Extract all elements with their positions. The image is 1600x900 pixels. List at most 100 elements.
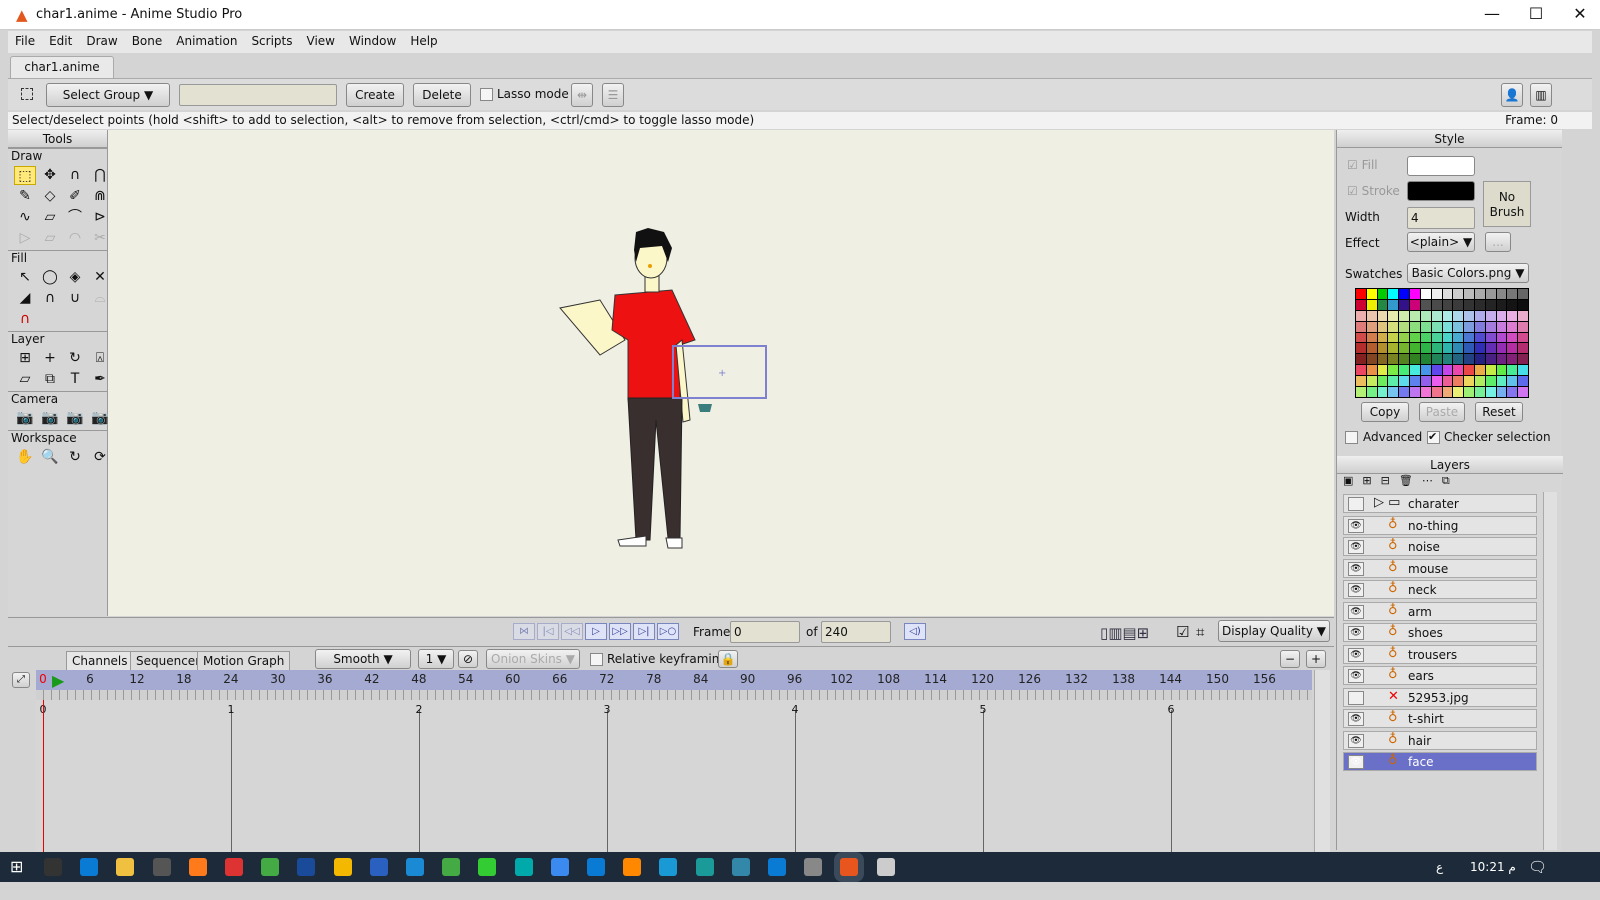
swatch[interactable] — [1410, 387, 1420, 397]
visibility-toggle[interactable] — [1348, 497, 1364, 511]
swatches-dropdown[interactable]: Basic Colors.png ▼ — [1407, 263, 1529, 283]
taskbar-app-icon[interactable] — [478, 858, 497, 876]
taskbar-app-icon[interactable] — [188, 858, 207, 876]
lock-icon[interactable]: 🔒 — [718, 650, 738, 668]
swatch[interactable] — [1507, 376, 1518, 387]
relative-keyframing-checkbox[interactable] — [590, 653, 603, 666]
swatch[interactable] — [1496, 321, 1507, 332]
swatch[interactable] — [1366, 289, 1377, 299]
swatch[interactable] — [1507, 343, 1518, 354]
swatch[interactable] — [1366, 376, 1377, 387]
swatch[interactable] — [1507, 310, 1518, 321]
text-tool[interactable]: T — [64, 370, 86, 389]
swatch[interactable] — [1474, 343, 1485, 354]
swatch[interactable] — [1464, 354, 1474, 365]
swatch[interactable] — [1453, 376, 1464, 387]
swatch[interactable] — [1399, 310, 1410, 321]
stroke-color-swatch[interactable] — [1407, 181, 1475, 201]
swatch[interactable] — [1377, 289, 1388, 299]
swatch[interactable] — [1485, 310, 1496, 321]
swatch[interactable] — [1410, 343, 1420, 354]
start-icon[interactable]: ⊞ — [10, 857, 23, 876]
duplicate-layer-icon[interactable]: ⧉ — [1442, 474, 1459, 487]
swatch[interactable] — [1518, 299, 1528, 310]
stroke-exposure-tool[interactable]: ∪ — [64, 289, 86, 308]
swatch[interactable] — [1366, 321, 1377, 332]
step-forward-icon[interactable]: ▷▷ — [609, 623, 631, 640]
swatch[interactable] — [1464, 387, 1474, 397]
line-width-tool[interactable]: ◢ — [14, 289, 36, 308]
swatch[interactable] — [1496, 310, 1507, 321]
swatch[interactable] — [1399, 354, 1410, 365]
taskbar-app-icon[interactable] — [369, 858, 388, 876]
hide-edge-tool[interactable]: ∩ — [39, 289, 61, 308]
swatch[interactable] — [1507, 299, 1518, 310]
swatch[interactable] — [1485, 343, 1496, 354]
timeline-scrollbar[interactable] — [1314, 670, 1330, 852]
freehand-tool[interactable]: ✎ — [14, 187, 36, 206]
tab-channels[interactable]: Channels — [66, 651, 134, 671]
swatch[interactable] — [1366, 332, 1377, 343]
swatch[interactable] — [1388, 310, 1399, 321]
color-points-tool[interactable]: ∩ — [14, 310, 36, 329]
hand-icon[interactable]: ✋ — [14, 448, 36, 467]
swatch[interactable] — [1410, 354, 1420, 365]
swatch[interactable] — [1356, 376, 1366, 387]
swatch[interactable] — [1388, 321, 1399, 332]
swatch-palette[interactable] — [1355, 288, 1529, 398]
swatch[interactable] — [1410, 332, 1420, 343]
swatch[interactable] — [1399, 289, 1410, 299]
checker-toggle-icon[interactable]: ☑ — [1176, 623, 1189, 641]
document-tab[interactable]: char1.anime — [10, 56, 114, 78]
no-brush-button[interactable]: No Brush — [1483, 181, 1531, 227]
add-layer-icon[interactable]: ⊞ — [1362, 474, 1380, 487]
swatch[interactable] — [1507, 387, 1518, 397]
swatch[interactable] — [1431, 343, 1442, 354]
taskbar-app-icon[interactable] — [80, 858, 99, 876]
swatch[interactable] — [1410, 321, 1420, 332]
swatch[interactable] — [1453, 332, 1464, 343]
visibility-toggle[interactable]: 👁 — [1348, 712, 1364, 726]
swatch[interactable] — [1388, 376, 1399, 387]
visibility-toggle[interactable] — [1348, 690, 1364, 705]
swatch[interactable] — [1399, 332, 1410, 343]
swatch[interactable] — [1377, 354, 1388, 365]
swatch[interactable] — [1496, 365, 1507, 376]
swatch[interactable] — [1366, 310, 1377, 321]
swatch[interactable] — [1399, 365, 1410, 376]
swatch[interactable] — [1410, 365, 1420, 376]
taskbar-app-icon[interactable] — [406, 858, 424, 876]
perspective-tool[interactable]: ⌒ — [64, 208, 86, 227]
layer-item[interactable]: 👁 ♁ no-thing — [1343, 515, 1537, 535]
swatch[interactable] — [1377, 387, 1388, 397]
swatch[interactable] — [1420, 354, 1431, 365]
swatch[interactable] — [1496, 387, 1507, 397]
swatch[interactable] — [1474, 354, 1485, 365]
swatch[interactable] — [1496, 289, 1507, 299]
swatch[interactable] — [1507, 321, 1518, 332]
select-group-dropdown[interactable]: Select Group ▼ — [46, 83, 170, 107]
swatch[interactable] — [1356, 365, 1366, 376]
swatch[interactable] — [1442, 299, 1453, 310]
swatch[interactable] — [1507, 365, 1518, 376]
swatch[interactable] — [1474, 332, 1485, 343]
rewind-icon[interactable]: ⋈ — [513, 623, 535, 640]
layer-item[interactable]: 👁 ♁ shoes — [1343, 623, 1537, 642]
swatch[interactable] — [1420, 365, 1431, 376]
taskbar-app-icon[interactable] — [297, 858, 316, 876]
swatch[interactable] — [1453, 299, 1464, 310]
transform-points-tool[interactable]: ✥ — [39, 166, 61, 185]
checker-selection-checkbox[interactable]: ✔ — [1427, 431, 1440, 444]
swatch[interactable] — [1356, 310, 1366, 321]
keyframe-options-icon[interactable]: ⊘ — [458, 650, 478, 668]
swatch[interactable] — [1399, 376, 1410, 387]
flip-horizontal-icon[interactable]: ⇹ — [571, 83, 593, 107]
loop-icon[interactable]: ▷○ — [657, 623, 679, 640]
playhead-line[interactable] — [43, 700, 44, 852]
menu-draw[interactable]: Draw — [79, 31, 124, 51]
taskbar-app-icon[interactable] — [731, 858, 750, 876]
visibility-toggle[interactable]: 👁 — [1348, 518, 1364, 533]
swatch[interactable] — [1431, 289, 1442, 299]
swatch[interactable] — [1507, 354, 1518, 365]
swatch[interactable] — [1464, 365, 1474, 376]
